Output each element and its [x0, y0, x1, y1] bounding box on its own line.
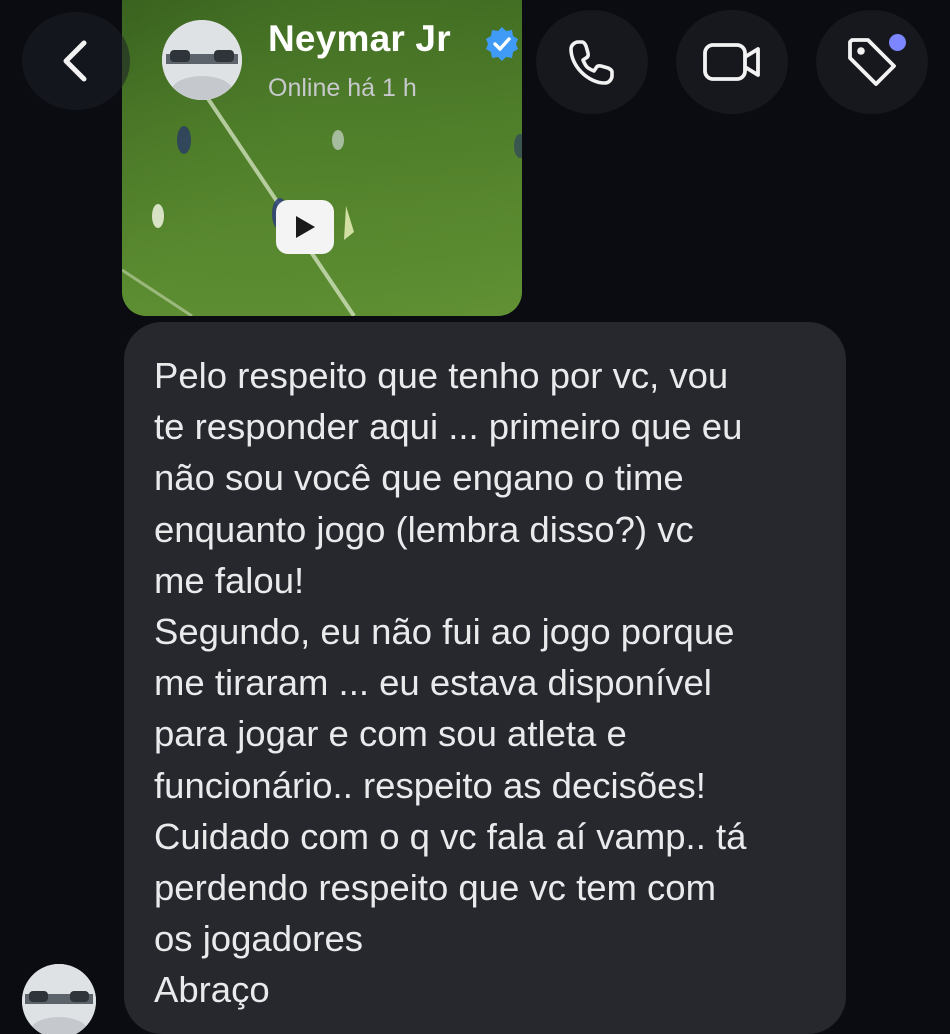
video-call-button[interactable]: [676, 10, 788, 114]
contact-status: Online há 1 h: [268, 74, 417, 102]
phone-icon: [569, 40, 614, 85]
chevron-left-icon: [63, 40, 87, 82]
back-button[interactable]: [22, 12, 130, 110]
call-button[interactable]: [536, 10, 648, 114]
tag-button[interactable]: [816, 10, 928, 114]
chat-screen: Neymar Jr Online há 1 h Pelo respeito qu…: [0, 0, 950, 1034]
contact-avatar[interactable]: [162, 20, 242, 100]
message-text: Pelo respeito que tenho por vc, vou te r…: [154, 355, 747, 1011]
message-bubble[interactable]: Pelo respeito que tenho por vc, vou te r…: [124, 322, 846, 1034]
notification-dot: [889, 34, 906, 51]
contact-name[interactable]: Neymar Jr: [268, 18, 451, 60]
sender-avatar[interactable]: [22, 964, 96, 1034]
verified-badge-icon: [486, 27, 518, 61]
video-camera-icon: [703, 43, 760, 81]
play-icon[interactable]: [276, 200, 334, 254]
